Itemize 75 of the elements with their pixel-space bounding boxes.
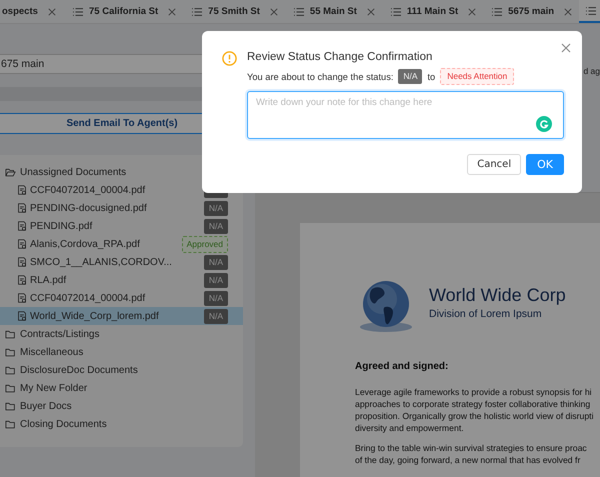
tab[interactable]: 75 Smith St [183, 0, 285, 23]
close-icon [366, 8, 375, 16]
folder-icon [5, 329, 16, 339]
status-badge: N/A [204, 290, 228, 306]
folder-item[interactable]: DisclosureDoc Documents [5, 361, 243, 379]
tab[interactable] [579, 0, 600, 23]
open-folder-icon [5, 167, 16, 177]
document-icon [17, 221, 27, 231]
list-icon [292, 6, 305, 16]
tab[interactable]: ospects [0, 0, 64, 23]
status-badge: Approved [182, 236, 228, 252]
document-icon [17, 239, 27, 249]
list-icon [491, 6, 504, 16]
status-badge: Needs Attention [440, 68, 514, 85]
company-name: World Wide Corp [429, 285, 566, 306]
status-badge: N/A [204, 272, 228, 288]
connector-text: to [427, 72, 436, 82]
folder-item[interactable]: Unassigned Documents [5, 163, 243, 181]
grammar-assistant-icon [536, 116, 552, 132]
ok-button[interactable]: OK [526, 154, 564, 175]
file-item[interactable]: CCF04072014_00004.pdf N/A [0, 289, 243, 307]
list-icon [585, 6, 598, 16]
tab[interactable]: 111 Main St [382, 0, 484, 23]
folder-icon [5, 365, 16, 375]
status-badge: N/A [204, 218, 228, 234]
list-icon [72, 6, 84, 16]
list-icon [390, 6, 402, 16]
document-icon [17, 293, 27, 303]
folder-item[interactable]: Contracts/Listings [5, 325, 243, 343]
warning-icon [222, 51, 237, 66]
document-icon [17, 257, 27, 267]
text-line: proposition. Organically grow the holistic world view of disrupti [355, 410, 595, 422]
folder-icon [5, 419, 16, 429]
status-badge: N/A [398, 69, 422, 84]
folder-icon [5, 401, 16, 411]
tab[interactable]: 55 Main St [284, 0, 382, 23]
folder-item[interactable]: Closing Documents [5, 415, 243, 433]
division-text: Division of Lorem Ipsum [429, 308, 543, 320]
dialog-title: Review Status Change Confirmation [247, 51, 434, 63]
file-item[interactable]: PENDING-docusigned.pdf N/A [0, 199, 243, 217]
tab[interactable]: 75 California St [64, 0, 184, 23]
close-icon [270, 8, 278, 16]
document-icon [17, 203, 27, 213]
text-line: approaches to corporate strategy foster collaborative thinking [355, 398, 592, 410]
document-heading: Agreed and signed: [355, 361, 450, 372]
folder-icon [5, 347, 16, 357]
cancel-button[interactable]: Cancel [467, 154, 522, 175]
folder-item[interactable]: My New Folder [5, 379, 243, 397]
file-item[interactable]: Alanis,Cordova_RPA.pdf Approved [0, 235, 243, 253]
status-badge: N/A [204, 200, 228, 216]
document-icon [17, 185, 27, 195]
close-icon [561, 43, 571, 53]
document-icon [17, 311, 27, 321]
folder-icon [5, 383, 16, 393]
text-line: Leverage agile frameworks to provide a robust synopsis for hi [355, 386, 593, 398]
close-icon [468, 8, 476, 16]
text-line: of the day, going forward, a new normal that has evolved fr [355, 454, 582, 466]
document-icon [17, 275, 27, 285]
close-icon [48, 8, 56, 16]
file-item[interactable]: PENDING.pdf N/A [0, 217, 243, 235]
file-item[interactable]: SMCO_1__ALANIS,CORDOV... N/A [0, 253, 243, 271]
label-text: d ag [583, 66, 600, 78]
text-line: diversity and empowerment. [355, 422, 465, 434]
message-text: You are about to change the status: [247, 72, 394, 82]
status-badge: N/A [204, 254, 228, 270]
status-badge: N/A [204, 308, 228, 324]
folder-item[interactable]: Miscellaneous [5, 343, 243, 361]
close-icon [168, 8, 176, 16]
note-field[interactable]: Write down your note for this change here [247, 91, 564, 139]
file-item[interactable]: World_Wide_Corp_lorem.pdf N/A [0, 307, 243, 325]
file-item[interactable]: RLA.pdf N/A [0, 271, 243, 289]
list-icon [191, 6, 204, 16]
folder-item[interactable]: Buyer Docs [5, 397, 243, 415]
close-icon [564, 8, 572, 16]
text-line: Bring to the table win-win survival strategies to ensure proac [355, 442, 588, 454]
